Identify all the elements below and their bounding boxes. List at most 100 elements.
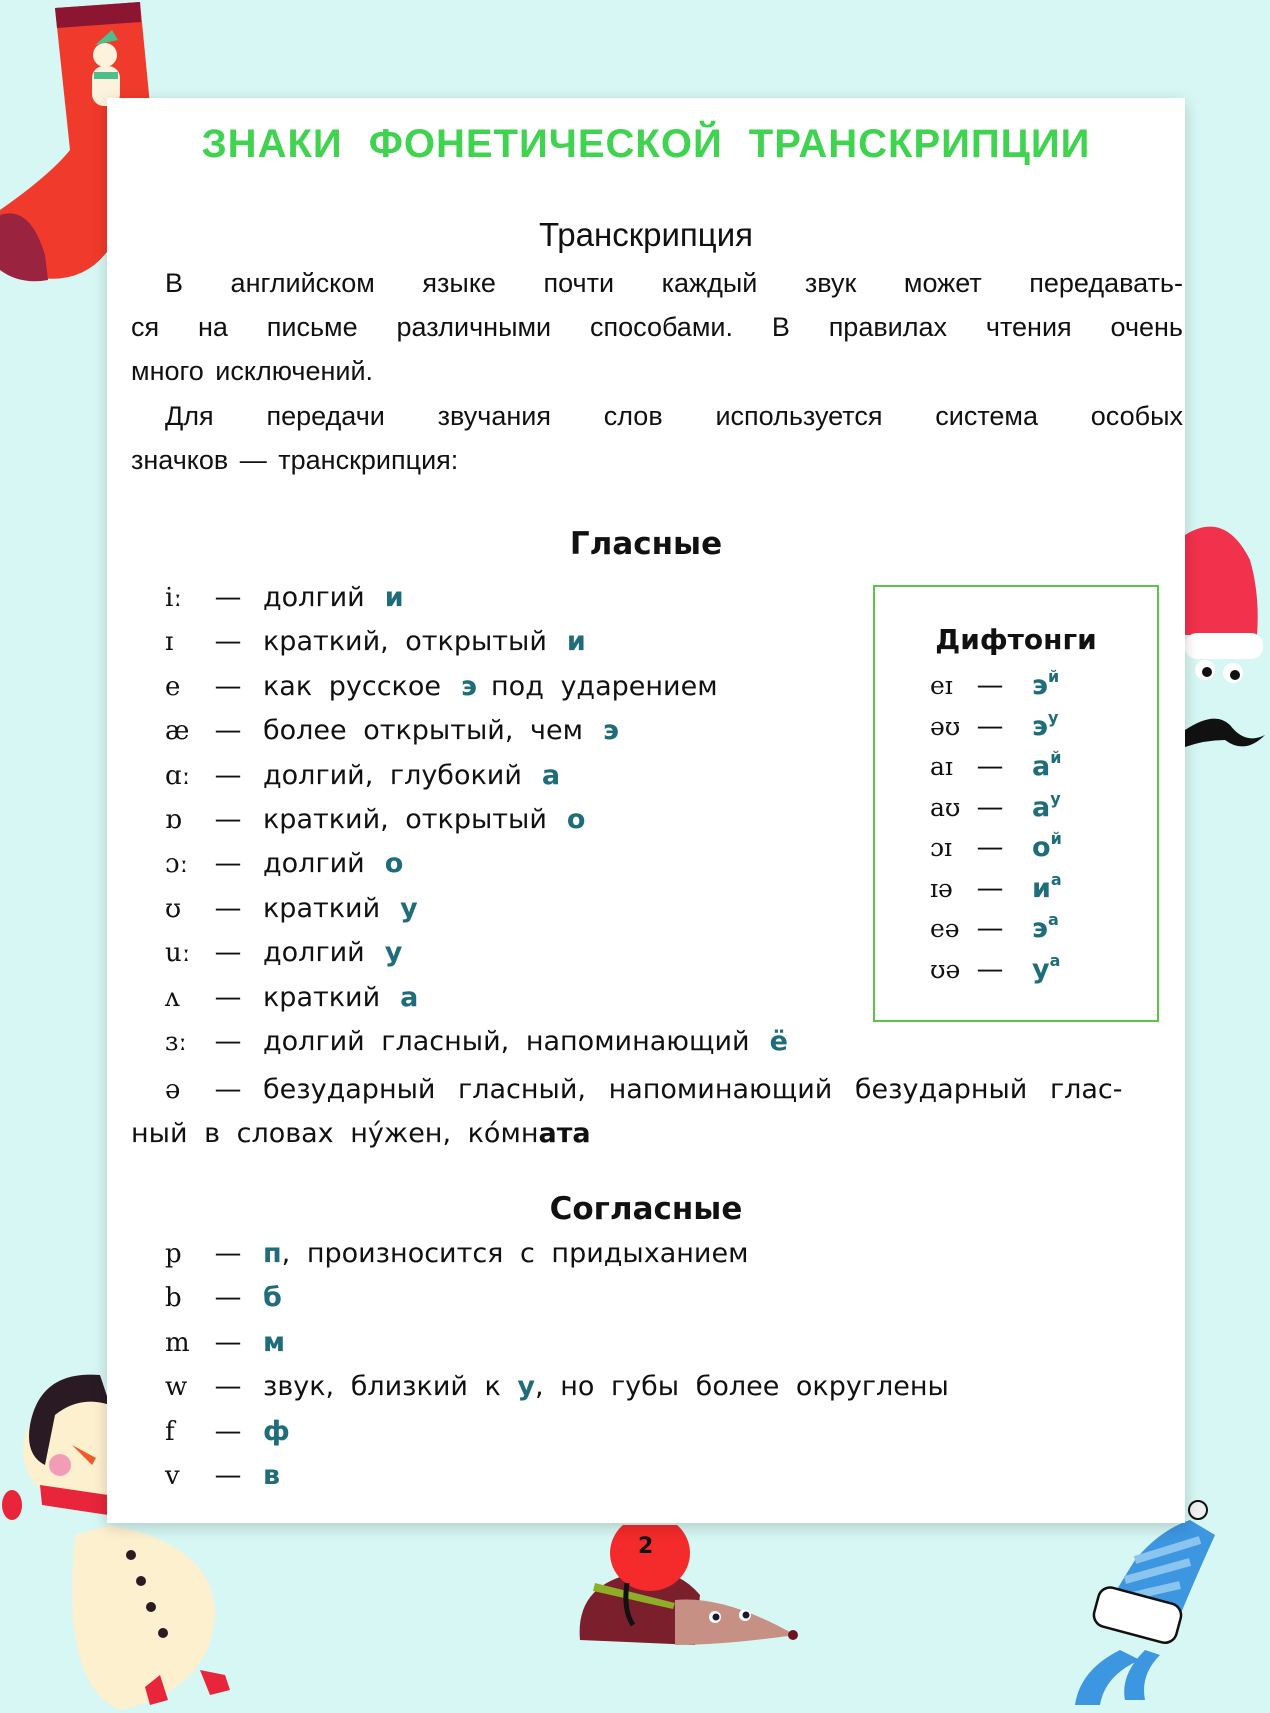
diphthong-row: ɪə — иа [930, 869, 1062, 904]
vowel-symbol: ə [165, 1075, 181, 1105]
russian-equivalent: о [384, 848, 404, 880]
dash: — [214, 1460, 242, 1491]
dash: — [214, 759, 242, 791]
page-sheet: ЗНАКИ ФОНЕТИЧЕСКОЙ ТРАНСКРИПЦИИ Транскри… [107, 98, 1185, 1523]
vowel-description: краткий [263, 981, 381, 1013]
dash: — [214, 892, 242, 924]
schwa-description: безударный гласный, напоминающий безудар… [263, 1074, 1123, 1105]
diphthong-glide: у [1048, 707, 1059, 727]
russian-equivalent: п [263, 1238, 282, 1269]
russian-equivalent: уа [1032, 951, 1060, 985]
dash: — [976, 913, 1004, 944]
russian-equivalent: ой [1032, 829, 1062, 863]
schwa-examples-tail: ата [538, 1118, 591, 1149]
russian-equivalent: и [384, 582, 404, 613]
diphthong-base: а [1032, 751, 1051, 782]
vowel-row: iː — долгий и [165, 582, 404, 613]
hedgehog-illustration [579, 1525, 798, 1645]
vowel-row: æ — более открытый, чем э [165, 715, 619, 746]
vowel-row: ɔː — долгий о [165, 848, 403, 879]
diphthong-glide: й [1050, 748, 1062, 767]
diphthong-symbol: əʊ [930, 711, 961, 741]
vowel-description: долгий [263, 582, 365, 613]
schwa-row-continuation: ный в словах ну́жен, ко́мн ата [131, 1118, 591, 1149]
diphthong-row: eə — эа [930, 910, 1059, 944]
dash: — [976, 791, 1004, 823]
elf-hat-illustration [1185, 526, 1265, 747]
russian-equivalent: эй [1032, 667, 1059, 701]
vowel-description: долгий гласный, напоминающий [263, 1026, 750, 1057]
intro-text-line: много исключений. [131, 356, 374, 386]
diphthong-base: о [1032, 832, 1051, 863]
consonant-symbol: v [165, 1461, 180, 1491]
consonants-heading: Согласные [549, 1191, 743, 1227]
intro-text-line: Для передачи звучания слов используется … [165, 401, 1183, 431]
vowel-description: краткий [263, 892, 381, 924]
diphthong-glide: а [1048, 910, 1059, 929]
schwa-row: ə — безударный гласный, напоминающий без… [165, 1074, 1123, 1105]
russian-equivalent: иа [1032, 869, 1062, 904]
consonant-row: b — б [165, 1282, 282, 1313]
consonant-description-tail: , произносится с придыханием [281, 1238, 749, 1269]
intro-heading: Транскрипция [538, 216, 754, 253]
vowel-description: более открытый, чем [263, 715, 583, 747]
diphthong-row: eɪ — эй [930, 667, 1059, 701]
russian-equivalent: и [566, 626, 586, 658]
russian-equivalent: а [400, 981, 419, 1013]
page-title: ЗНАКИ ФОНЕТИЧЕСКОЙ ТРАНСКРИПЦИИ [201, 122, 1091, 166]
vowel-row: ʌ — краткий а [165, 982, 418, 1013]
diphthong-glide: а [1050, 869, 1062, 889]
russian-equivalent: м [263, 1326, 286, 1358]
diphthong-base: э [1032, 710, 1049, 742]
vowel-description: краткий, открытый [263, 804, 547, 835]
consonant-description-tail: , но губы более округлены [535, 1371, 949, 1403]
dash: — [976, 710, 1004, 742]
consonant-symbol: p [165, 1239, 182, 1269]
dash: — [214, 582, 242, 613]
russian-equivalent: в [263, 1460, 281, 1491]
vowel-row: ɑː — долгий, глубокий а [165, 760, 560, 791]
russian-equivalent: э [461, 670, 478, 702]
dash: — [976, 832, 1004, 863]
vowel-description: краткий, открытый [263, 626, 547, 658]
diphthongs-heading: Дифтонги [935, 623, 1097, 656]
dash: — [214, 715, 242, 747]
dash: — [976, 670, 1004, 701]
russian-equivalent: ай [1032, 748, 1062, 782]
diphthong-row: əʊ — эу [930, 707, 1059, 742]
vowel-description: долгий, глубокий [263, 759, 522, 791]
diphthong-row: aʊ — ау [930, 789, 1061, 823]
diphthong-row: ɔɪ — ой [930, 829, 1062, 863]
diphthong-symbol: ɪə [930, 873, 953, 903]
russian-equivalent: о [566, 804, 586, 835]
dash: — [214, 981, 242, 1013]
russian-equivalent: б [263, 1282, 282, 1314]
consonant-row: f — ф [165, 1416, 290, 1447]
vowel-row: ɒ — краткий, открытый о [165, 804, 585, 835]
striped-hat-illustration [1075, 1500, 1215, 1705]
dash: — [214, 1238, 242, 1269]
diphthong-glide: й [1050, 829, 1062, 848]
russian-equivalent: а [541, 759, 561, 791]
consonant-row: v — в [165, 1460, 280, 1491]
dash: — [214, 1026, 242, 1057]
diphthong-base: и [1032, 872, 1051, 904]
consonant-row: w — звук, близкий к у, но губы более округ… [165, 1371, 949, 1402]
russian-equivalent: эу [1032, 707, 1059, 742]
vowel-row: ɪ — краткий, открытый и [165, 626, 586, 657]
dash: — [214, 937, 242, 969]
vowel-description-tail: под ударением [491, 670, 718, 702]
russian-equivalent: э [602, 715, 619, 747]
diphthong-symbol: ɔɪ [930, 833, 952, 862]
diphthong-base: э [1032, 913, 1049, 944]
diphthong-base: э [1032, 670, 1049, 701]
consonant-row: p — п, произносится с придыханием [165, 1238, 748, 1269]
dash: — [214, 1074, 242, 1105]
dash: — [214, 1282, 242, 1314]
vowel-row: ʊ — краткий у [165, 893, 418, 924]
dash: — [976, 872, 1004, 904]
diphthong-symbol: eɪ [930, 671, 953, 700]
diphthong-row: aɪ — ай [930, 748, 1062, 782]
vowel-description: долгий [263, 937, 365, 969]
intro-text-line: В английском языке почти каждый звук мож… [165, 268, 1183, 298]
